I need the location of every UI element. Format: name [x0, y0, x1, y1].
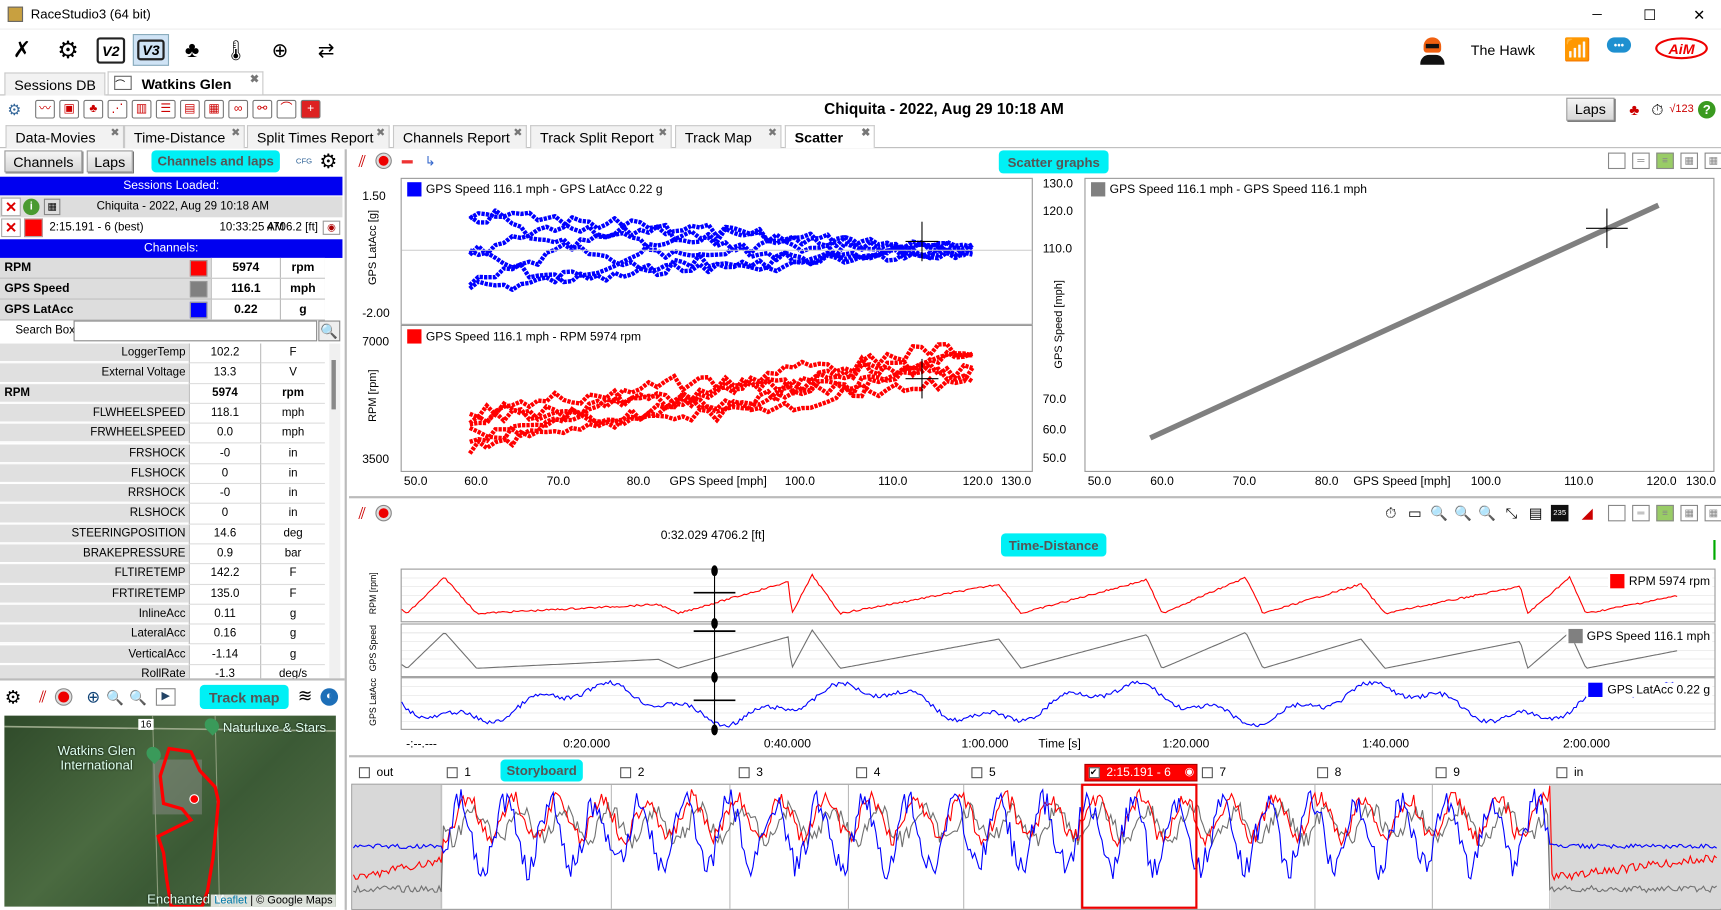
- storyboard-traces: [352, 784, 1718, 909]
- storyboard-trace: [353, 799, 1717, 894]
- selected-lap-box[interactable]: [1081, 783, 1198, 909]
- storyboard-trace: [352, 785, 1718, 882]
- app-window: RaceStudio3 (64 bit) ─ ☐ ✕ ✗ ⚙ V2 V3 ♣ 🌡…: [0, 0, 1721, 910]
